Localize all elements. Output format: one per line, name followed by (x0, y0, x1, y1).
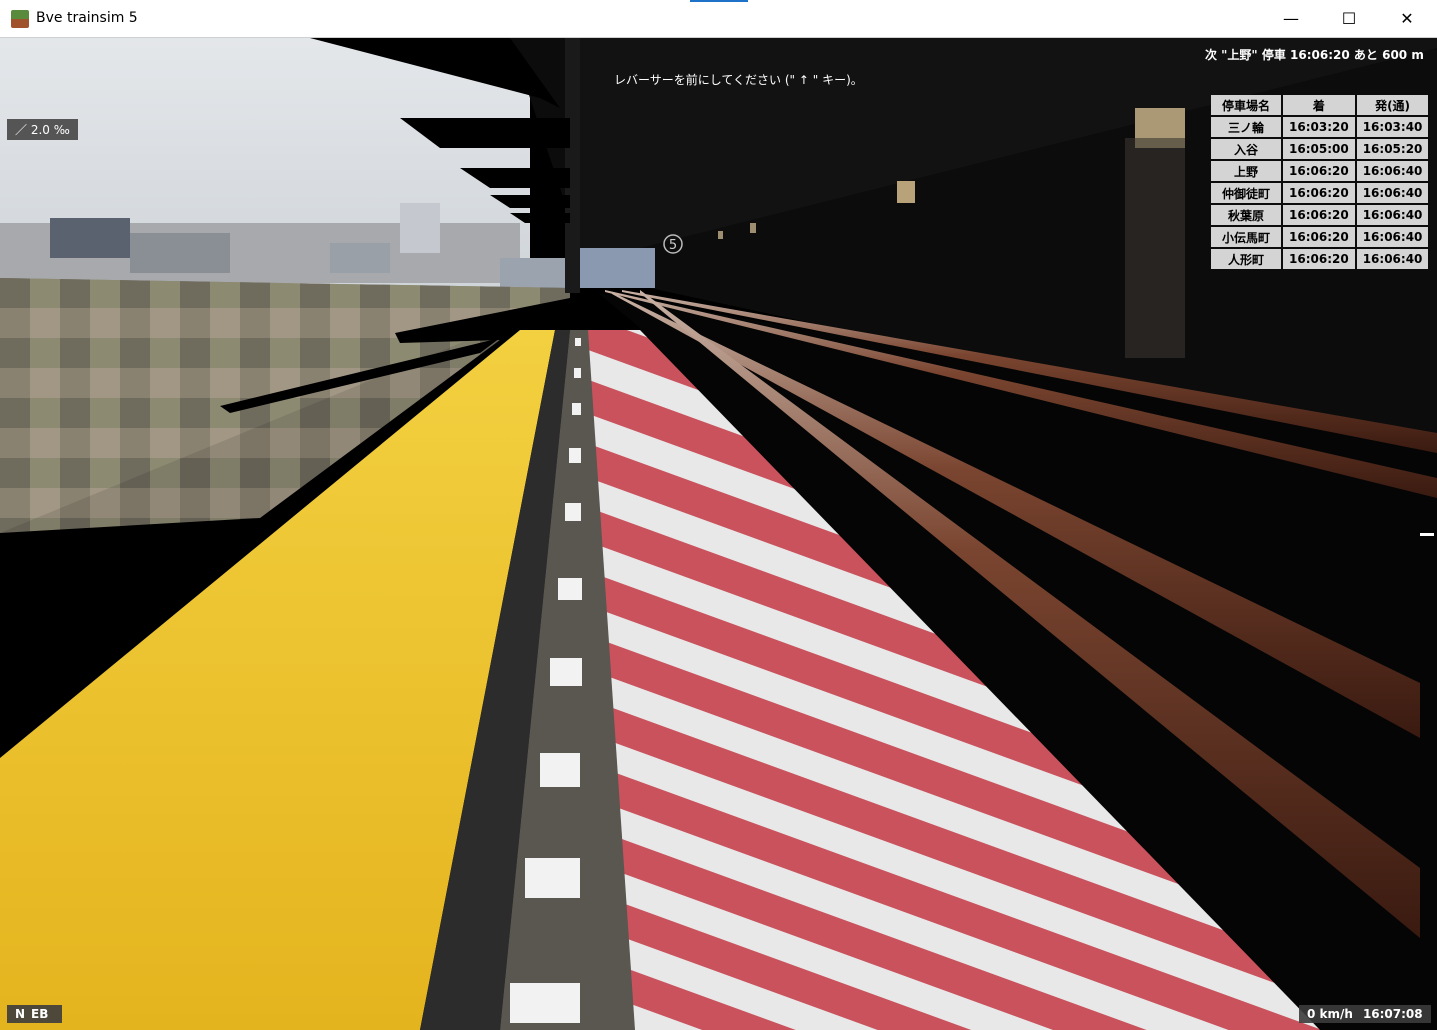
timetable-row: 三ノ輪 16:03:20 16:03:40 (1211, 117, 1429, 137)
timetable-station: 小伝馬町 (1211, 227, 1281, 247)
maximize-button[interactable]: ☐ (1320, 0, 1378, 38)
timetable-row: 上野 16:06:20 16:06:40 (1211, 161, 1429, 181)
timetable-arrival: 16:06:20 (1283, 205, 1355, 225)
timetable-header-row: 停車場名 着 発(通) (1211, 95, 1429, 115)
simulator-viewport[interactable]: 5 ／ 2.0 ‰ レバーサーを前にしてください (" ↑ " キー)。 次 "… (0, 38, 1437, 1030)
timetable-station: 秋葉原 (1211, 205, 1281, 225)
timetable-arrival: 16:03:20 (1283, 117, 1355, 137)
timetable-row: 仲御徒町 16:06:20 16:06:40 (1211, 183, 1429, 203)
window-titlebar[interactable]: Bve trainsim 5 — ☐ ✕ (0, 0, 1437, 38)
clock-readout: 16:07:08 (1362, 1007, 1423, 1021)
timetable-row: 小伝馬町 16:06:20 16:06:40 (1211, 227, 1429, 247)
timetable-row: 人形町 16:06:20 16:06:40 (1211, 249, 1429, 269)
timetable-station: 上野 (1211, 161, 1281, 181)
timetable-header-departure: 発(通) (1356, 95, 1429, 115)
gradient-indicator: ／ 2.0 ‰ (7, 119, 78, 140)
timetable-row: 入谷 16:05:00 16:05:20 (1211, 139, 1429, 159)
timetable-arrival: 16:06:20 (1283, 161, 1355, 181)
edge-marker (1420, 533, 1434, 536)
notch-status: N EB (7, 1005, 63, 1023)
focus-accent (690, 0, 748, 2)
timetable-arrival: 16:06:20 (1283, 227, 1355, 247)
reverser-instruction: レバーサーを前にしてください (" ↑ " キー)。 (614, 73, 863, 87)
brake-position: EB (31, 1007, 49, 1021)
timetable-departure: 16:03:40 (1356, 117, 1429, 137)
timetable-departure: 16:06:40 (1356, 205, 1429, 225)
timetable-arrival: 16:06:20 (1283, 249, 1355, 269)
timetable-arrival: 16:05:00 (1283, 139, 1355, 159)
next-stop-info: 次 "上野" 停車 16:06:20 あと 600 m (1205, 48, 1424, 62)
minimize-button[interactable]: — (1262, 0, 1320, 38)
speed-clock-status: 0 km/h 16:07:08 (1299, 1005, 1431, 1023)
reverser-position: N (15, 1007, 26, 1021)
timetable-departure: 16:06:40 (1356, 161, 1429, 181)
window-title: Bve trainsim 5 (36, 10, 138, 26)
timetable-station: 三ノ輪 (1211, 117, 1281, 137)
timetable-header-arrival: 着 (1283, 95, 1355, 115)
timetable-departure: 16:06:40 (1356, 183, 1429, 203)
timetable-station: 人形町 (1211, 249, 1281, 269)
station-marker-number: 5 (669, 238, 677, 253)
app-icon (11, 10, 29, 28)
close-button[interactable]: ✕ (1378, 0, 1436, 38)
timetable-header-station: 停車場名 (1211, 95, 1281, 115)
timetable: 停車場名 着 発(通) 三ノ輪 16:03:20 16:03:40 入谷 16:… (1209, 93, 1430, 271)
timetable-departure: 16:05:20 (1356, 139, 1429, 159)
timetable-station: 入谷 (1211, 139, 1281, 159)
timetable-row: 秋葉原 16:06:20 16:06:40 (1211, 205, 1429, 225)
speed-readout: 0 km/h (1307, 1007, 1353, 1021)
timetable-arrival: 16:06:20 (1283, 183, 1355, 203)
tunnel-exit (580, 248, 655, 288)
timetable-departure: 16:06:40 (1356, 249, 1429, 269)
timetable-departure: 16:06:40 (1356, 227, 1429, 247)
timetable-station: 仲御徒町 (1211, 183, 1281, 203)
